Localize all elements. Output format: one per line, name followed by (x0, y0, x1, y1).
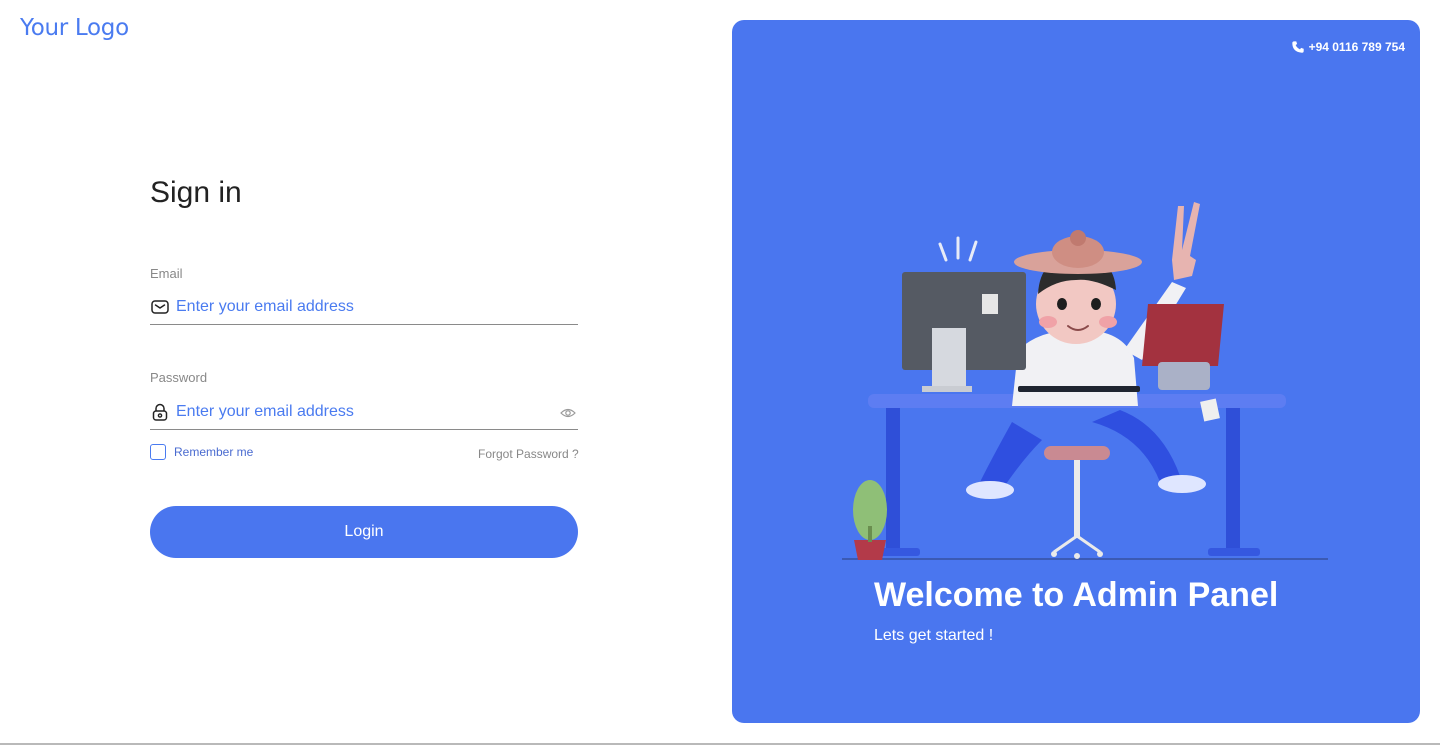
welcome-heading: Welcome to Admin Panel (874, 576, 1279, 614)
password-label: Password (150, 370, 208, 385)
email-input[interactable] (176, 293, 546, 321)
forgot-password-link[interactable]: Forgot Password ? (478, 447, 579, 461)
remember-me-checkbox[interactable]: Remember me (150, 444, 253, 460)
lock-icon (152, 403, 168, 421)
page-title: Sign in (150, 176, 242, 209)
welcome-panel: +94 0116 789 754 Welcome to Admin Panel … (732, 20, 1420, 723)
phone-icon (1291, 41, 1304, 53)
envelope-icon (151, 300, 169, 314)
phone-number: +94 0116 789 754 (1308, 40, 1405, 54)
phone-contact[interactable]: +94 0116 789 754 (1291, 40, 1405, 54)
password-input[interactable] (176, 398, 546, 426)
person-at-desk-illustration (842, 202, 1328, 560)
login-button[interactable]: Login (150, 506, 578, 558)
password-field-wrapper (150, 396, 578, 430)
remember-me-label: Remember me (174, 445, 254, 459)
welcome-tagline: Lets get started ! (874, 627, 994, 644)
email-field-wrapper (150, 291, 578, 325)
logo[interactable]: Your Logo (20, 15, 129, 41)
eye-icon[interactable] (560, 406, 576, 420)
checkbox-box[interactable] (150, 444, 166, 460)
email-label: Email (150, 266, 183, 281)
